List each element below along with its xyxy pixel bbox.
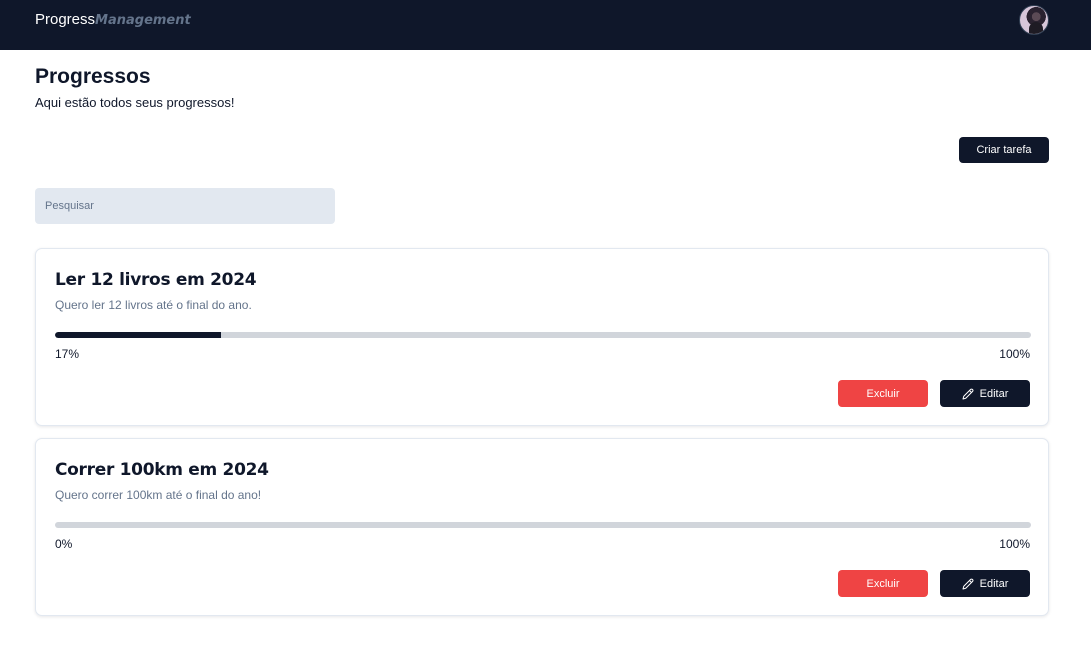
search-input[interactable] bbox=[35, 188, 335, 224]
progress-value: 0% bbox=[55, 537, 73, 551]
task-title: Ler 12 livros em 2024 bbox=[55, 270, 257, 290]
progress-value: 17% bbox=[55, 347, 80, 361]
avatar-silhouette bbox=[1029, 22, 1043, 34]
progress-fill bbox=[55, 332, 221, 338]
pencil-icon bbox=[962, 388, 974, 399]
create-task-button[interactable]: Criar tarefa bbox=[959, 137, 1049, 163]
task-description: Quero correr 100km até o final do ano! bbox=[55, 488, 262, 502]
task-title: Correr 100km em 2024 bbox=[55, 460, 269, 480]
delete-button[interactable]: Excluir bbox=[838, 570, 928, 597]
progress-max: 100% bbox=[999, 537, 1030, 551]
edit-button[interactable]: Editar bbox=[940, 570, 1030, 597]
edit-button-label: Editar bbox=[979, 577, 1009, 590]
edit-button-label: Editar bbox=[979, 387, 1009, 400]
task-card: Correr 100km em 2024 Quero correr 100km … bbox=[35, 438, 1049, 616]
delete-button[interactable]: Excluir bbox=[838, 380, 928, 407]
pencil-icon bbox=[962, 578, 974, 589]
progress-max: 100% bbox=[999, 347, 1030, 361]
task-card: Ler 12 livros em 2024 Quero ler 12 livro… bbox=[35, 248, 1049, 426]
user-avatar[interactable] bbox=[1019, 5, 1049, 35]
brand-logo[interactable]: ProgressManagement bbox=[35, 11, 191, 30]
page-title: Progressos bbox=[35, 65, 151, 88]
task-description: Quero ler 12 livros até o final do ano. bbox=[55, 298, 252, 312]
edit-button[interactable]: Editar bbox=[940, 380, 1030, 407]
brand-name-secondary: Management bbox=[95, 13, 191, 28]
progress-track bbox=[55, 332, 1031, 338]
page-subtitle: Aqui estão todos seus progressos! bbox=[35, 95, 235, 110]
progress-track bbox=[55, 522, 1031, 528]
brand-name-primary: Progress bbox=[35, 11, 96, 28]
top-navbar: ProgressManagement bbox=[0, 0, 1091, 50]
